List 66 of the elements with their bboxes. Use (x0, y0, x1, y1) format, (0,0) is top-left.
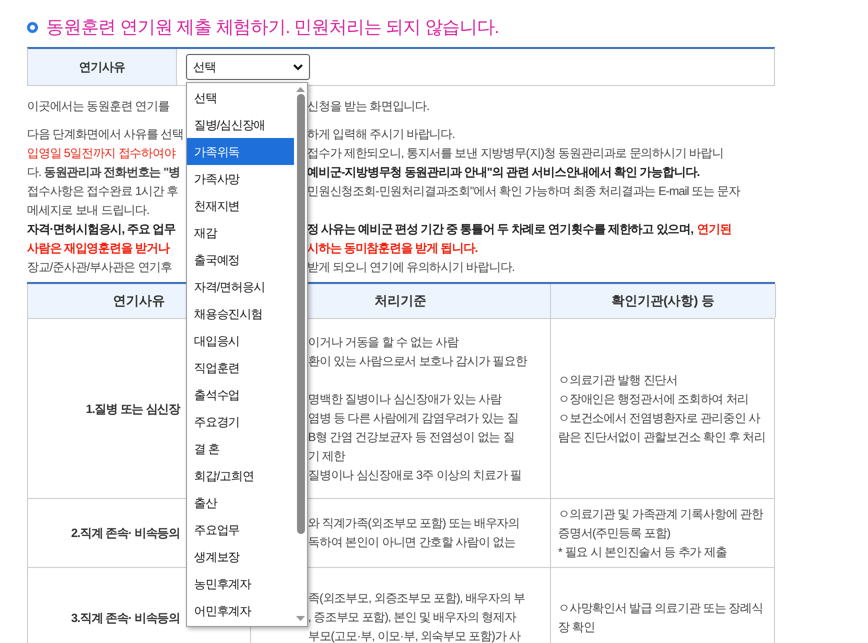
table-cell-text: 명백한 질병이나 심신장애가 있는 사람 (308, 390, 502, 408)
dropdown-option[interactable]: 직업훈련 (187, 354, 294, 381)
dropdown-option[interactable]: 주요업무 (187, 516, 294, 543)
notice-text: 사람은 재입영훈련을 받거나 (27, 241, 170, 255)
table-cell-text: 염병 등 다른 사람에게 감염우려가 있는 질 (308, 410, 518, 426)
notice-text: 신청을 받는 화면입니다. (307, 98, 430, 115)
notice-text: 하게 입력해 주시기 바랍니다. (307, 126, 455, 143)
table-cell-text: 와 직계가족(외조부모 포함) 또는 배우자의 (308, 515, 520, 532)
dropdown-option[interactable]: 재감 (187, 219, 294, 246)
table-cell-text: B형 간염 건강보균자 등 전염성이 없는 질 (308, 428, 514, 446)
chevron-down-icon (293, 64, 303, 70)
dropdown-option[interactable]: 회갑/고희연 (187, 462, 294, 489)
notice-text: 접수사항은 접수완료 1시간 후 (27, 184, 178, 198)
table-cell-text: 기 제한 (308, 448, 345, 464)
dropdown-option[interactable]: 천재지변 (187, 192, 294, 219)
table-cell-text: 3.직계 존속· 비속등의 (71, 610, 180, 626)
dropdown-option[interactable]: 농민후계자 (187, 570, 294, 597)
dropdown-option[interactable]: 주요경기 (187, 408, 294, 435)
notice-text: 장교/준사관/부사관은 연기후 (27, 260, 172, 274)
notice-text: 자격·면허시험응시, 주요 업무 (27, 222, 176, 236)
table-cell-text: 환이 있는 사람으로서 보호나 감시가 필요한 (308, 352, 527, 370)
bullet-icon (27, 22, 38, 32)
table-cell-text: ㅇ보건소에서 전염병환자로 관리중인 사람은 진단서없이 관할보건소 확인 후 처리 (558, 410, 766, 446)
table-cell-text: ㅇ의료기관 및 가족관계 기록사항에 관한 증명서(주민등록 포함) (558, 506, 764, 542)
table-cell-text: ㅇ사망확인서 발급 의료기관 또는 장례식장 확인 (558, 600, 764, 636)
notice-text: 다. 동원관리과 전화번호는 "병 (27, 165, 180, 179)
dropdown-option[interactable]: 출산 (187, 489, 294, 516)
dropdown-option[interactable]: 출석수업 (187, 381, 294, 408)
notice-text: 다음 단계화면에서 사유를 선택 (27, 127, 184, 141)
notice-text: 이곳에서는 동원훈련 연기를 (27, 99, 170, 113)
page-title: 동원훈련 연기원 제출 체험하기. 민원처리는 되지 않습니다. (46, 16, 499, 38)
notice-text: 입영일 5일전까지 접수하여야 (27, 146, 176, 160)
scrollbar-thumb[interactable] (296, 94, 304, 534)
scroll-down-icon[interactable] (296, 616, 305, 621)
notice-text: 메세지로 보내 드립니다. (27, 203, 150, 217)
dropdown-option[interactable]: 생계보장 (187, 543, 294, 570)
reason-select[interactable]: 선택 (186, 54, 310, 80)
table-cell-text: 2.직계 존속· 비속등의 (71, 525, 180, 542)
scroll-up-icon[interactable] (296, 87, 305, 92)
table-cell-text: 이거나 거동을 할 수 없는 사람 (308, 334, 458, 350)
table-cell-text: 1.질병 또는 심신장 (86, 400, 180, 418)
column-header: 확인기관(사항) 등 (550, 284, 776, 318)
table-cell-text: , 증조부모 포함), 본인 및 배우자의 형제자 (308, 609, 516, 626)
table-cell-text: ㅇ의료기관 발행 진단서 (558, 372, 678, 388)
dropdown-option[interactable]: 결 혼 (187, 435, 294, 462)
notice-text: 민원신청조회-민원처리결과조회"에서 확인 가능하며 최종 처리결과는 E-mail 또는 문자 (307, 183, 740, 200)
table-cell-text: 족(외조부모, 외증조부모 포함), 배우자의 부 (308, 590, 525, 607)
notice-text: 접수가 제한되오니, 통지서를 보낸 지방병무(지)청 동원관리과로 문의하시기 바랍니 (307, 145, 724, 162)
table-cell-text: * 필요 시 본인진술서 등 추가 제출 (558, 544, 728, 560)
dropdown-option[interactable]: 선택 (187, 84, 294, 111)
dropdown-option[interactable]: 어민후계자 (187, 597, 294, 624)
dropdown-option[interactable]: 가족위독 (187, 138, 294, 165)
notice-text: 예비군-지방병무청 동원관리과 안내"의 관련 서비스안내에서 확인 가능합니다. (307, 164, 700, 181)
dropdown-option[interactable]: 대입응시 (187, 327, 294, 354)
dropdown-option[interactable]: 출국예정 (187, 246, 294, 273)
table-cell-text: 질병이나 심신장애로 3주 이상의 치료가 필 (308, 466, 522, 484)
notice-text: 정 사유는 예비군 편성 기간 중 통틀어 두 차례로 연기횟수를 제한하고 있으며, (307, 221, 694, 238)
dropdown-option[interactable]: 가족사망 (187, 165, 294, 192)
notice-text: 연기된 (697, 221, 732, 238)
table-cell-text: 부모(고모·부, 이모·부, 외숙부모 포함)가 사 (308, 628, 520, 643)
notice-text: 받게 되오니 연기에 유의하시기 바랍니다. (307, 259, 514, 276)
form-label: 연기사유 (28, 49, 177, 85)
table-cell-text: ㅇ장애인은 행정관서에 조회하여 처리 (558, 390, 750, 408)
table-cell-text: 독하여 본인이 아니면 간호할 사람이 없는 (308, 534, 516, 551)
notice-text: 시하는 동미참훈련을 받게 됩니다. (307, 240, 478, 257)
dropdown-option[interactable]: 질병/심신장애 (187, 111, 294, 138)
